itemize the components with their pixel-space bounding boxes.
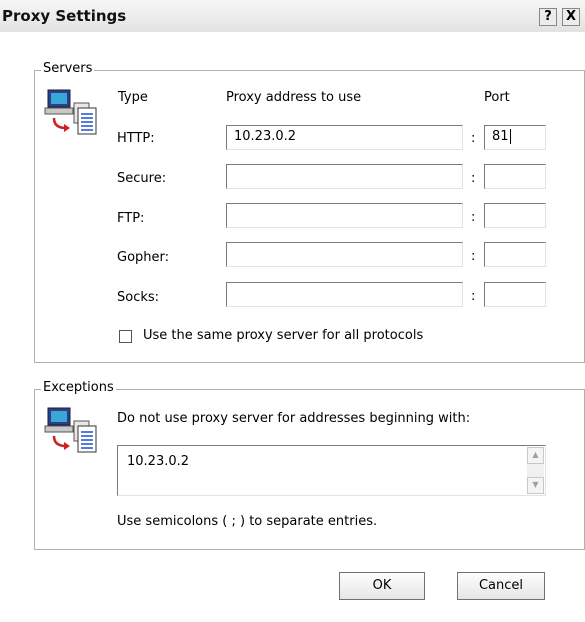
gopher-port-input[interactable] [484, 242, 546, 267]
same-proxy-label[interactable]: Use the same proxy server for all protoc… [143, 328, 423, 343]
scroll-down-arrow-icon[interactable]: ▼ [527, 477, 544, 494]
title-bar: Proxy Settings ? X [0, 0, 585, 32]
secure-address-input[interactable] [226, 164, 463, 189]
exceptions-hint: Use semicolons ( ; ) to separate entries… [117, 514, 378, 529]
gopher-address-input[interactable] [226, 242, 463, 267]
help-button[interactable]: ? [539, 8, 557, 26]
http-label: HTTP: [117, 131, 155, 146]
network-computer-icon [44, 89, 97, 135]
socks-colon: : [471, 289, 476, 304]
http-port-value: 81 [492, 129, 509, 144]
same-proxy-checkbox[interactable] [119, 330, 132, 343]
http-colon: : [471, 131, 476, 146]
exceptions-group-label: Exceptions [41, 380, 116, 395]
secure-port-input[interactable] [484, 164, 546, 189]
http-address-input[interactable]: 10.23.0.2 [226, 125, 463, 150]
exceptions-computer-icon [44, 407, 97, 453]
ftp-colon: : [471, 210, 476, 225]
scroll-up-arrow-icon[interactable]: ▲ [527, 447, 544, 464]
ok-button[interactable]: OK [339, 572, 425, 600]
gopher-colon: : [471, 249, 476, 264]
column-header-type: Type [118, 90, 148, 105]
text-caret [509, 129, 511, 144]
socks-label: Socks: [117, 290, 160, 305]
dialog-title: Proxy Settings [2, 7, 127, 25]
column-header-address: Proxy address to use [226, 90, 362, 105]
ftp-port-input[interactable] [484, 203, 546, 228]
proxy-settings-dialog: Proxy Settings ? X Servers Type Proxy ad… [0, 0, 585, 622]
ftp-label: FTP: [117, 211, 145, 226]
secure-label: Secure: [117, 171, 167, 186]
cancel-button[interactable]: Cancel [457, 572, 545, 600]
column-header-port: Port [484, 90, 510, 105]
socks-port-input[interactable] [484, 282, 546, 307]
exceptions-scrollbar[interactable]: ▲ ▼ [527, 447, 544, 494]
close-button[interactable]: X [562, 8, 580, 26]
servers-group-label: Servers [41, 61, 95, 76]
exceptions-description: Do not use proxy server for addresses be… [117, 411, 471, 426]
ftp-address-input[interactable] [226, 203, 463, 228]
http-port-input[interactable]: 81 [484, 125, 546, 150]
secure-colon: : [471, 171, 476, 186]
exceptions-value: 10.23.0.2 [127, 454, 190, 469]
exceptions-textarea[interactable]: 10.23.0.2 ▲ ▼ [117, 445, 546, 496]
socks-address-input[interactable] [226, 282, 463, 307]
gopher-label: Gopher: [117, 250, 170, 265]
